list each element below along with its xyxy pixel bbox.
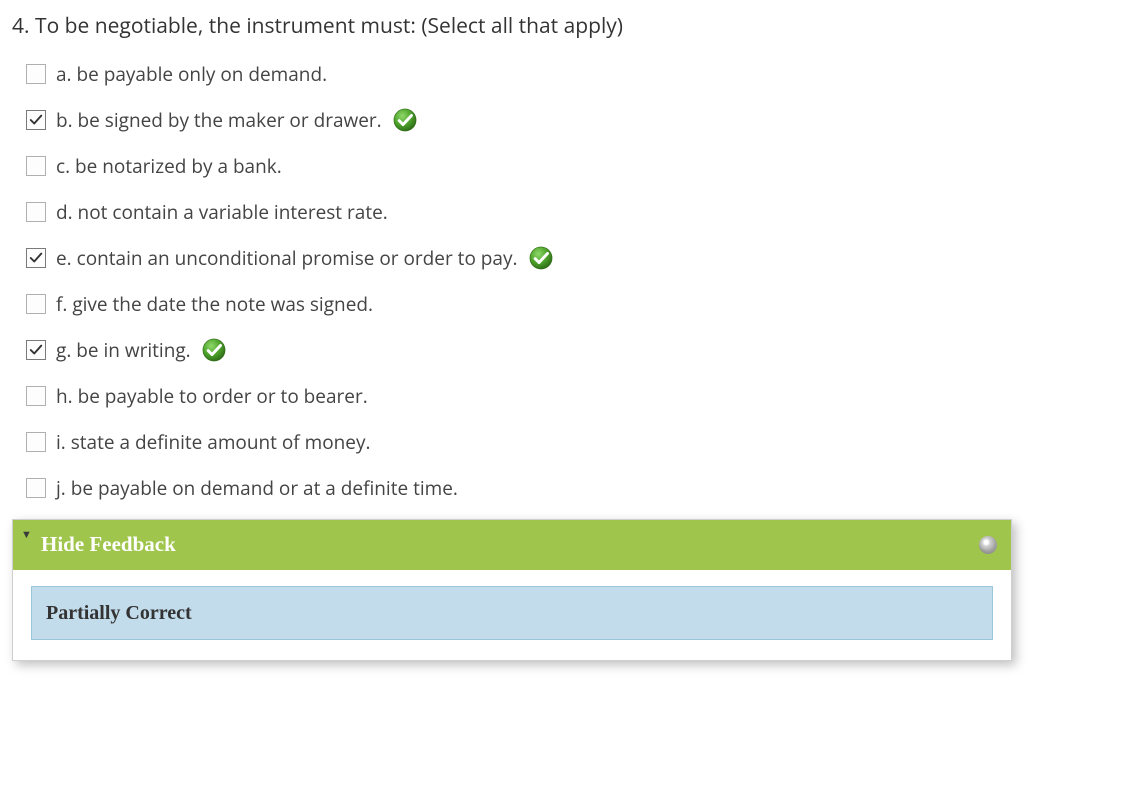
option-label: d. not contain a variable interest rate. — [56, 199, 388, 226]
correct-badge — [392, 107, 418, 133]
checkbox[interactable] — [26, 202, 46, 222]
correct-badge — [201, 337, 227, 363]
option-label: e. contain an unconditional promise or o… — [56, 245, 518, 272]
option-row: a. be payable only on demand. — [26, 59, 1012, 89]
checkbox[interactable] — [26, 294, 46, 314]
option-row: e. contain an unconditional promise or o… — [26, 243, 1012, 273]
checkbox[interactable] — [26, 386, 46, 406]
option-row: g. be in writing. — [26, 335, 1012, 365]
option-label: c. be notarized by a bank. — [56, 153, 282, 180]
option-label: f. give the date the note was signed. — [56, 291, 373, 318]
feedback-panel: ▼ Hide Feedback Partially Correct — [12, 519, 1012, 660]
collapse-arrow-icon: ▼ — [21, 528, 32, 543]
question-container: 4. To be negotiable, the instrument must… — [12, 12, 1012, 661]
checkbox[interactable] — [26, 478, 46, 498]
checkbox[interactable] — [26, 110, 46, 130]
checkmark-icon — [29, 113, 43, 127]
question-number: 4. — [12, 12, 30, 40]
option-row: j. be payable on demand or at a definite… — [26, 473, 1012, 503]
option-label: a. be payable only on demand. — [56, 61, 327, 88]
feedback-header[interactable]: ▼ Hide Feedback — [13, 520, 1011, 569]
feedback-result: Partially Correct — [31, 586, 993, 640]
checkbox[interactable] — [26, 432, 46, 452]
option-label: i. state a definite amount of money. — [56, 429, 370, 456]
correct-badge — [528, 245, 554, 271]
correct-icon — [201, 337, 227, 363]
feedback-body: Partially Correct — [13, 570, 1011, 660]
option-label: g. be in writing. — [56, 337, 191, 364]
correct-icon — [392, 107, 418, 133]
option-label: h. be payable to order or to bearer. — [56, 383, 368, 410]
option-label: j. be payable on demand or at a definite… — [56, 475, 458, 502]
feedback-header-label: Hide Feedback — [41, 530, 176, 559]
options-list: a. be payable only on demand. b. be signe… — [26, 59, 1012, 503]
option-row: d. not contain a variable interest rate. — [26, 197, 1012, 227]
question-text: 4. To be negotiable, the instrument must… — [12, 12, 1012, 41]
question-prompt: To be negotiable, the instrument must: (… — [35, 12, 623, 40]
checkbox[interactable] — [26, 64, 46, 84]
checkmark-icon — [29, 251, 43, 265]
option-row: b. be signed by the maker or drawer. — [26, 105, 1012, 135]
option-row: h. be payable to order or to bearer. — [26, 381, 1012, 411]
checkbox[interactable] — [26, 340, 46, 360]
correct-icon — [528, 245, 554, 271]
option-row: i. state a definite amount of money. — [26, 427, 1012, 457]
checkmark-icon — [29, 343, 43, 357]
option-row: c. be notarized by a bank. — [26, 151, 1012, 181]
option-label: b. be signed by the maker or drawer. — [56, 107, 382, 134]
checkbox[interactable] — [26, 248, 46, 268]
checkbox[interactable] — [26, 156, 46, 176]
spinner-icon — [979, 536, 997, 554]
option-row: f. give the date the note was signed. — [26, 289, 1012, 319]
